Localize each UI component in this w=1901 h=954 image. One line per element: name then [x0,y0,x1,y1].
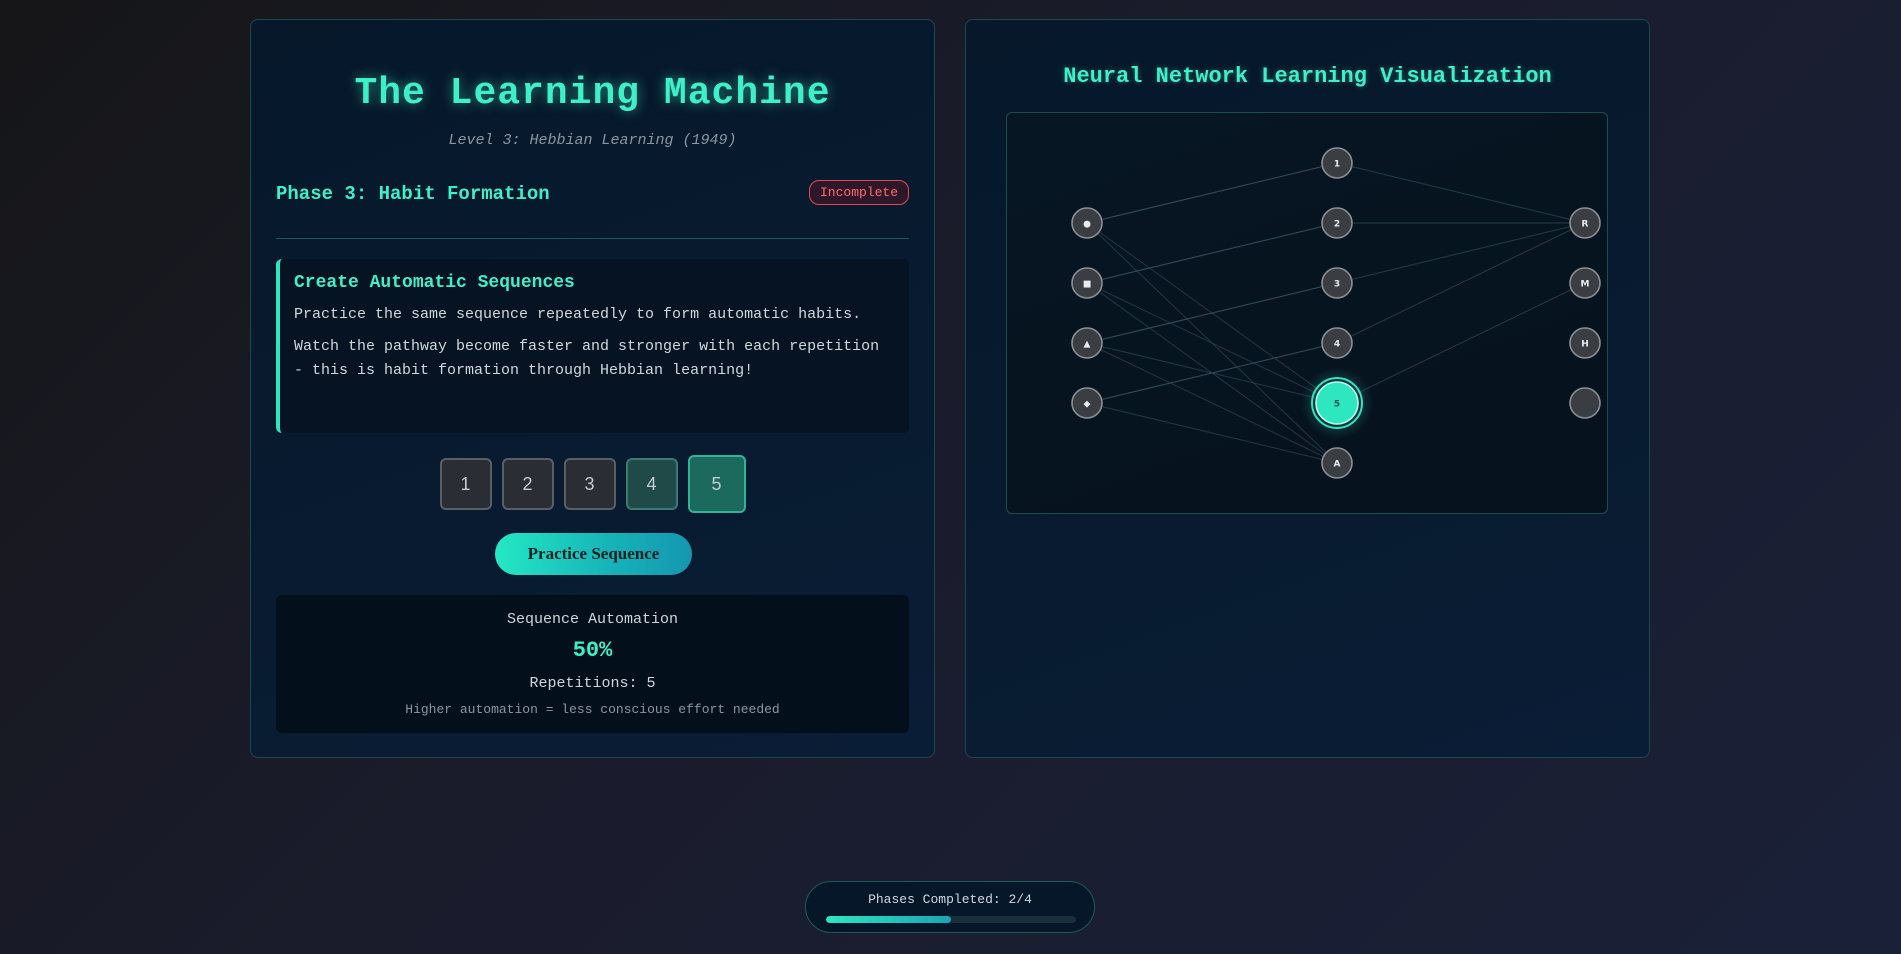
sequence-button-5[interactable]: 5 [687,455,746,513]
sequence-button-4[interactable]: 4 [625,458,678,510]
automation-value: 50% [572,638,613,663]
task-text-1: Practice the same sequence repeatedly to… [294,306,862,323]
input-node: ■ [1071,267,1103,299]
visualization-panel: Neural Network Learning Visualization ● ■… [965,19,1650,758]
edge-input-hidden [1086,222,1338,284]
node-label: 5 [1334,400,1340,410]
input-node: ◆ [1071,387,1103,419]
edge-input-hidden [1086,222,1338,404]
edge-input-hidden [1086,342,1338,464]
practice-sequence-button[interactable]: Practice Sequence [495,533,692,575]
node-label: 4 [1334,340,1340,350]
node-label: ● [1083,220,1091,230]
output-node: H [1569,327,1601,359]
hidden-node: 5 [1301,367,1373,439]
node-label: ▲ [1084,340,1091,350]
network-graph: ● ■ ▲ ◆ 1 2 3 4 5 A R M H [1071,147,1601,479]
visualization-title: Neural Network Learning Visualization [1063,64,1552,89]
phase-progress-label: Phases Completed: 2/4 [868,892,1032,907]
edge-hidden-output [1336,222,1586,284]
node-label: 2 [1334,220,1340,230]
edge-input-hidden [1086,222,1338,464]
phase-title: Phase 3: Habit Formation [276,183,550,205]
automation-label: Sequence Automation [506,611,679,628]
hidden-node: A [1321,447,1353,479]
edge-hidden-output [1336,282,1586,404]
hidden-node: 2 [1321,207,1353,239]
edge-input-hidden [1086,282,1338,464]
edge-input-hidden [1086,162,1338,224]
phase-progress-track [826,916,1076,923]
sequence-button-3[interactable]: 3 [563,458,616,510]
page-title: The Learning Machine [354,72,831,115]
output-node [1569,387,1601,419]
input-node: ▲ [1071,327,1103,359]
node-label: M [1581,280,1590,290]
node-label: 3 [1334,280,1340,290]
repetitions-count: Repetitions: 5 [529,675,656,692]
sequence-buttons: 1 2 3 4 5 [251,455,934,513]
input-node: ● [1071,207,1103,239]
automation-note: Higher automation = less conscious effor… [405,702,780,717]
node-label: R [1582,220,1589,230]
node-label: ■ [1083,280,1092,290]
phase-progress: Phases Completed: 2/4 [805,881,1095,933]
sequence-button-1[interactable]: 1 [439,458,492,510]
phase-progress-fill [826,916,951,923]
level-subtitle: Level 3: Hebbian Learning (1949) [448,132,737,149]
task-title: Create Automatic Sequences [294,273,575,293]
learning-panel: The Learning Machine Level 3: Hebbian Le… [250,19,935,758]
edge-hidden-output [1336,162,1586,224]
hidden-node: 3 [1321,267,1353,299]
output-node: M [1569,267,1601,299]
task-description: Create Automatic Sequences Practice the … [276,259,909,433]
automation-stats: Sequence Automation 50% Repetitions: 5 H… [276,595,909,733]
node-label: A [1334,460,1341,470]
edge-hidden-output [1336,222,1586,344]
node-label: H [1581,340,1589,350]
network-canvas: ● ■ ▲ ◆ 1 2 3 4 5 A R M H [1006,112,1608,514]
hidden-node: 4 [1321,327,1353,359]
sequence-button-2[interactable]: 2 [501,458,554,510]
edge-input-hidden [1086,402,1338,464]
hidden-node: 1 [1321,147,1353,179]
node-label: 1 [1334,160,1340,170]
status-badge: Incomplete [808,180,909,205]
output-node: R [1569,207,1601,239]
phase-header: Phase 3: Habit Formation Incomplete [276,180,909,239]
node-label: ◆ [1084,400,1091,410]
task-text-2: Watch the pathway become faster and stro… [294,338,880,379]
